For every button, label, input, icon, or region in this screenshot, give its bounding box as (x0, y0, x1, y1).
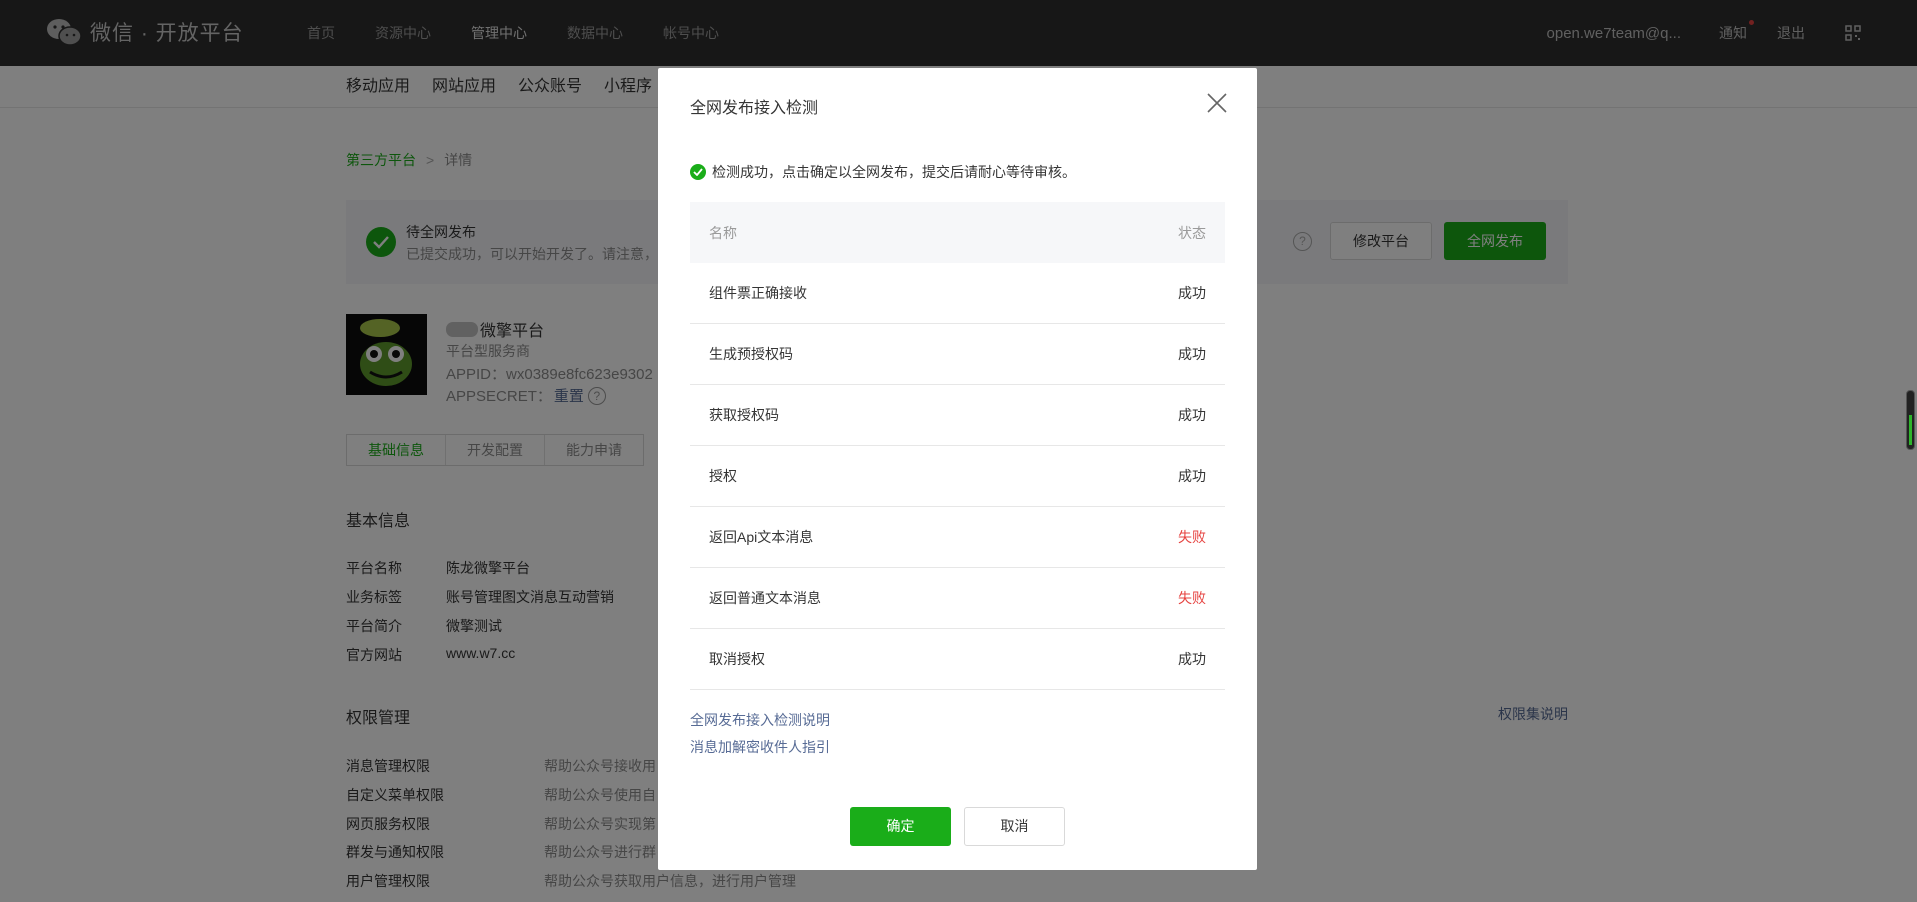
table-row: 生成预授权码 成功 (690, 324, 1225, 385)
table-row: 返回Api文本消息 失败 (690, 507, 1225, 568)
status-text: 检测成功，点击确定以全网发布，提交后请耐心等待审核。 (712, 164, 1076, 180)
check-result-status: 检测成功，点击确定以全网发布，提交后请耐心等待审核。 (690, 162, 1076, 182)
status-badge: 成功 (1178, 407, 1206, 423)
scrollbar-thumb[interactable] (1906, 390, 1915, 450)
status-badge: 成功 (1178, 651, 1206, 667)
publish-check-dialog: 全网发布接入检测 检测成功，点击确定以全网发布，提交后请耐心等待审核。 名称 状… (658, 68, 1257, 870)
check-guide-link[interactable]: 全网发布接入检测说明 (690, 710, 830, 730)
table-row: 授权 成功 (690, 446, 1225, 507)
status-badge: 成功 (1178, 285, 1206, 301)
status-badge: 成功 (1178, 468, 1206, 484)
status-badge: 成功 (1178, 346, 1206, 362)
check-table: 名称 状态 组件票正确接收 成功 生成预授权码 成功 获取授权码 成功 授权 成功 返回… (690, 202, 1225, 690)
table-row: 返回普通文本消息 失败 (690, 568, 1225, 629)
status-badge: 失败 (1178, 590, 1206, 606)
table-row: 取消授权 成功 (690, 629, 1225, 690)
header-status: 状态 (1178, 224, 1206, 241)
header-name: 名称 (709, 224, 737, 241)
table-row: 获取授权码 成功 (690, 385, 1225, 446)
success-check-icon (690, 164, 706, 180)
dialog-title: 全网发布接入检测 (690, 100, 819, 117)
close-icon[interactable] (1206, 92, 1228, 114)
confirm-button[interactable]: 确定 (850, 807, 951, 846)
table-row: 组件票正确接收 成功 (690, 263, 1225, 324)
cancel-button[interactable]: 取消 (964, 807, 1065, 846)
encrypt-guide-link[interactable]: 消息加解密收件人指引 (690, 737, 830, 757)
table-header: 名称 状态 (690, 202, 1225, 263)
status-badge: 失败 (1178, 529, 1206, 545)
